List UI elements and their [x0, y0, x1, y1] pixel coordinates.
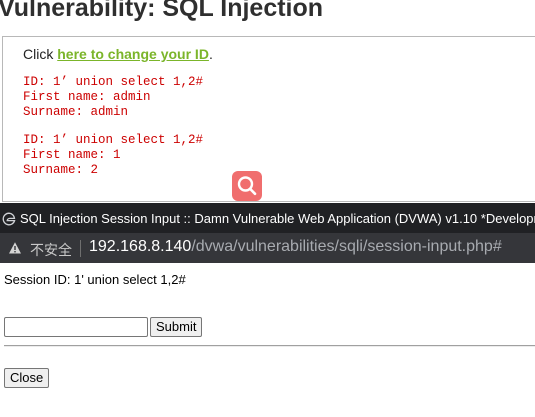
insecure-label[interactable]: 不安全 [30, 240, 72, 260]
url-field[interactable]: 192.168.8.140/dvwa/vulnerabilities/sqli/… [89, 238, 502, 256]
change-id-line: Click here to change your ID. [23, 46, 213, 62]
search-icon [237, 176, 257, 196]
result-first-name: First name: 1 [23, 148, 121, 162]
result-id-line: ID: 1’ union select 1,2# [23, 75, 204, 89]
edge-browser-icon [2, 212, 16, 226]
result-id-line: ID: 1’ union select 1,2# [23, 133, 204, 147]
popup-addressbar[interactable]: 不安全 192.168.8.140/dvwa/vulnerabilities/s… [0, 233, 535, 263]
vulnerable-code-area: Click here to change your ID. ID: 1’ uni… [2, 36, 535, 202]
session-id-text: Session ID: 1' union select 1,2# [4, 272, 186, 287]
page-title: Vulnerability: SQL Injection [0, 0, 324, 22]
result-surname: Surname: admin [23, 105, 129, 119]
url-path: /dvwa/vulnerabilities/sqli/session-input… [191, 238, 502, 255]
divider [4, 345, 535, 347]
close-button[interactable]: Close [4, 368, 50, 388]
address-divider [80, 240, 81, 257]
query-result: ID: 1’ union select 1,2# First name: admi… [23, 75, 203, 120]
search-fab-button[interactable] [232, 171, 262, 201]
submit-button[interactable]: Submit [150, 317, 203, 337]
popup-body: Session ID: 1' union select 1,2# Submit … [0, 263, 535, 417]
query-result: ID: 1’ union select 1,2# First name: 1 Sur… [23, 133, 203, 178]
change-id-link[interactable]: here to change your ID [57, 46, 209, 62]
click-prefix: Click [23, 46, 58, 62]
popup-window-title: SQL Injection Session Input :: Damn Vuln… [20, 211, 535, 226]
warning-triangle-icon [9, 242, 21, 254]
click-suffix: . [208, 46, 213, 62]
result-surname: Surname: 2 [23, 163, 99, 177]
session-id-input[interactable] [4, 317, 148, 337]
url-host: 192.168.8.140 [89, 238, 192, 255]
result-first-name: First name: admin [23, 90, 151, 104]
popup-titlebar[interactable]: SQL Injection Session Input :: Damn Vuln… [0, 203, 535, 233]
